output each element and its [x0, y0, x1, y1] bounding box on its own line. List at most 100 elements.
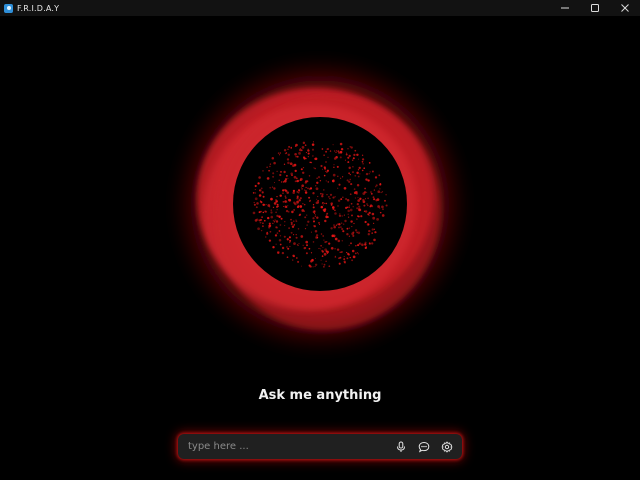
prompt-text: Ask me anything [258, 388, 382, 403]
orb-particle [272, 220, 274, 222]
orb-particle [321, 255, 324, 257]
orb-particle [346, 251, 348, 254]
settings-button[interactable] [439, 439, 455, 455]
orb-particle [347, 209, 350, 213]
orb-particle [323, 266, 325, 268]
orb-particle [381, 214, 385, 217]
orb-particle [268, 169, 270, 172]
close-button[interactable] [610, 0, 640, 16]
orb-particle [329, 193, 333, 196]
orb-particle [273, 182, 276, 184]
orb-particle [314, 265, 316, 268]
orb-particle [357, 244, 360, 247]
orb-particle [259, 221, 262, 224]
orb-particle [346, 257, 349, 260]
orb-particle [321, 193, 324, 196]
orb-particle [306, 224, 308, 226]
orb-particle [374, 231, 377, 234]
orb-particle [295, 257, 298, 259]
orb-particle [341, 227, 344, 231]
orb-particle [350, 202, 353, 205]
orb-particle [269, 230, 272, 233]
orb-particle [373, 228, 375, 230]
orb-particle [320, 248, 322, 250]
orb-particle [328, 242, 331, 245]
orb-particle [313, 167, 315, 169]
orb-particle [321, 250, 325, 253]
orb-particle [349, 204, 351, 206]
orb-particle [347, 148, 349, 150]
orb-particle [305, 189, 307, 192]
orb-particle [355, 245, 357, 247]
orb-particle [312, 217, 315, 220]
orb-particle [283, 148, 287, 152]
orb-particle [303, 157, 306, 160]
orb-particle [312, 266, 314, 268]
orb-particle [357, 253, 359, 255]
orb-particle [320, 164, 323, 168]
orb-particle [312, 141, 314, 143]
orb-particle [303, 189, 306, 191]
orb-particle [344, 219, 347, 223]
orb-particle [366, 203, 368, 205]
orb-particle [327, 181, 330, 183]
orb-particle [333, 164, 335, 166]
orb-particle [330, 227, 333, 230]
orb-particle [336, 223, 338, 225]
orb-particle [336, 248, 340, 251]
orb-particle [299, 148, 302, 152]
orb-particle [356, 202, 359, 206]
chat-button[interactable] [416, 439, 432, 455]
minimize-button[interactable] [550, 0, 580, 16]
orb-particle [291, 210, 294, 214]
orb-particle [328, 265, 331, 268]
orb-particle [284, 221, 286, 223]
orb-particle [364, 187, 366, 190]
orb-particle [365, 178, 368, 181]
orb-particle [305, 151, 307, 154]
settings-icon [441, 441, 453, 452]
orb-particle [288, 211, 290, 213]
orb-particle [279, 243, 282, 246]
orb-particle [292, 259, 294, 261]
orb-particle [288, 236, 291, 239]
orb-particle [382, 208, 384, 211]
orb-particle [304, 247, 307, 249]
orb-particle [347, 252, 350, 256]
orb-particle [323, 239, 325, 241]
orb-particle [344, 159, 346, 161]
orb-particle [264, 219, 266, 222]
orb-particle [299, 197, 302, 200]
orb-particle [293, 175, 297, 179]
orb-particle [372, 222, 375, 225]
maximize-button[interactable] [580, 0, 610, 16]
orb-particle [256, 202, 259, 205]
orb-particle [356, 171, 359, 175]
orb-particle [361, 243, 364, 247]
orb-particle [291, 225, 295, 228]
orb-particle [367, 213, 370, 216]
orb-particle [270, 215, 274, 219]
orb-particle [359, 173, 361, 175]
orb-particle [321, 195, 324, 198]
orb-particle [285, 209, 289, 213]
orb-particle [315, 201, 319, 205]
microphone-button[interactable] [393, 439, 409, 455]
orb-particle [332, 208, 335, 210]
orb-particle [337, 205, 339, 207]
maximize-icon [591, 4, 599, 12]
orb-particle [371, 170, 374, 173]
orb-particle [354, 252, 357, 255]
message-input[interactable] [186, 434, 393, 459]
orb-particle [298, 199, 301, 202]
orb-particle [368, 229, 371, 233]
orb-particle [347, 216, 350, 218]
orb-particle [345, 152, 348, 154]
orb-particle [335, 155, 338, 159]
orb-particle [301, 184, 305, 188]
orb-particle [286, 238, 289, 241]
orb-particle [314, 214, 317, 216]
orb-particle [320, 233, 323, 235]
orb-particle [378, 174, 381, 177]
orb-particle [351, 226, 353, 228]
